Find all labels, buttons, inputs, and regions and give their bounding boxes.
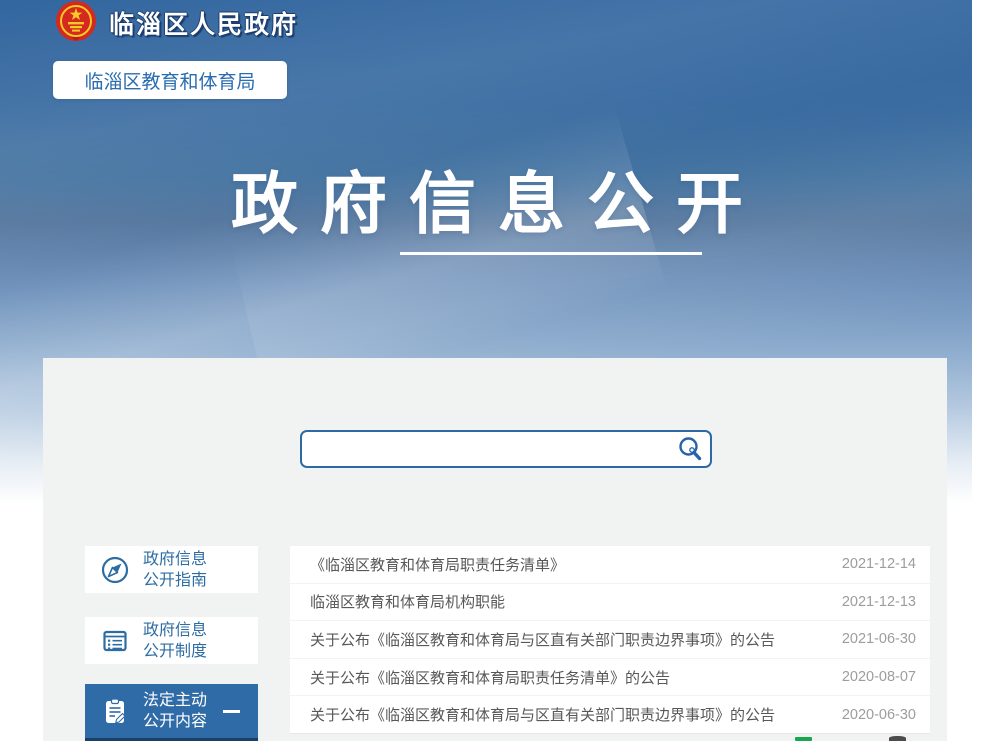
national-emblem-icon: [53, 0, 99, 46]
list-item: 关于公布《临淄区教育和体育局与区直有关部门职责边界事项》的公告 2021-06-…: [290, 621, 930, 659]
search-input[interactable]: [302, 432, 670, 466]
bottom-widget-green-icon: [795, 737, 812, 741]
sidebar-item-guide[interactable]: 政府信息公开指南: [85, 546, 258, 593]
search-button[interactable]: [670, 432, 710, 466]
sidebar-item-legal-disclosure[interactable]: 法定主动公开内容: [85, 684, 258, 738]
sidebar-item-label: 政府信息公开指南: [143, 549, 207, 591]
compass-icon: [100, 555, 130, 585]
page: 临淄区人民政府 临淄区教育和体育局 政府信息公开 政府信息公开指南: [0, 0, 981, 741]
sidebar-item-label: 法定主动公开内容: [143, 690, 207, 732]
minus-icon: [223, 710, 240, 713]
article-date: 2020-06-30: [842, 707, 916, 723]
article-link[interactable]: 关于公布《临淄区教育和体育局职责任务清单》的公告: [310, 667, 670, 688]
list-item: 关于公布《临淄区教育和体育局职责任务清单》的公告 2020-08-07: [290, 659, 930, 697]
article-link[interactable]: 关于公布《临淄区教育和体育局与区直有关部门职责边界事项》的公告: [310, 704, 775, 725]
article-link[interactable]: 关于公布《临淄区教育和体育局与区直有关部门职责边界事项》的公告: [310, 629, 775, 650]
search-box: [300, 430, 712, 468]
ledger-icon: [100, 626, 130, 656]
article-link[interactable]: 临淄区教育和体育局机构职能: [310, 591, 505, 612]
article-date: 2020-08-07: [842, 669, 916, 685]
clipboard-pen-icon: [100, 696, 130, 726]
article-date: 2021-12-14: [842, 556, 916, 572]
list-item: 《临淄区教育和体育局职责任务清单》 2021-12-14: [290, 546, 930, 584]
sidebar-item-label: 政府信息公开制度: [143, 620, 207, 662]
article-list: 《临淄区教育和体育局职责任务清单》 2021-12-14 临淄区教育和体育局机构…: [290, 546, 930, 734]
site-logo[interactable]: 临淄区人民政府: [53, 0, 298, 46]
sidebar-item-system[interactable]: 政府信息公开制度: [85, 617, 258, 664]
site-name: 临淄区人民政府: [109, 5, 298, 41]
department-button[interactable]: 临淄区教育和体育局: [53, 61, 287, 99]
page-title: 政府信息公开: [0, 150, 972, 247]
bottom-widget-dark-icon: [889, 736, 906, 741]
article-date: 2021-12-13: [842, 594, 916, 610]
article-link[interactable]: 《临淄区教育和体育局职责任务清单》: [310, 554, 565, 575]
list-item: 临淄区教育和体育局机构职能 2021-12-13: [290, 584, 930, 622]
list-item: 关于公布《临淄区教育和体育局与区直有关部门职责边界事项》的公告 2020-06-…: [290, 696, 930, 734]
title-underline: [400, 252, 702, 255]
magnifier-icon: [677, 436, 703, 462]
article-date: 2021-06-30: [842, 631, 916, 647]
